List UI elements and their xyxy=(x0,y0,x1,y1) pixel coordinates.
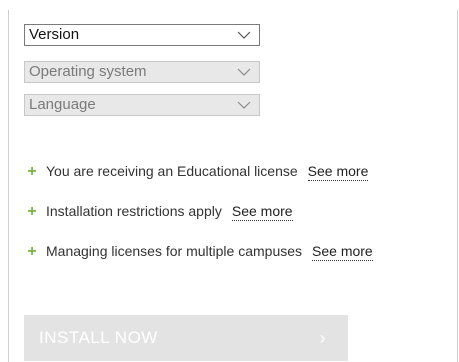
operating-system-select-label: Operating system xyxy=(29,63,147,80)
chevron-down-icon xyxy=(237,31,251,39)
plus-icon[interactable]: + xyxy=(27,202,37,222)
language-select[interactable]: Language xyxy=(24,94,260,116)
plus-icon[interactable]: + xyxy=(27,162,37,182)
info-row-text: You are receiving an Educational license xyxy=(46,163,298,179)
chevron-down-icon xyxy=(237,101,251,109)
info-row-text: Managing licenses for multiple campuses xyxy=(46,243,303,259)
version-select-label: Version xyxy=(29,26,80,43)
version-select[interactable]: Version xyxy=(24,24,260,46)
info-row-multiple-campuses: + Managing licenses for multiple campuses… xyxy=(27,241,373,261)
install-now-button[interactable]: INSTALL NOW › xyxy=(24,315,348,361)
see-more-link[interactable]: See more xyxy=(231,203,293,221)
see-more-link[interactable]: See more xyxy=(307,163,369,181)
plus-icon[interactable]: + xyxy=(27,242,37,262)
chevron-down-icon xyxy=(237,68,251,76)
see-more-link[interactable]: See more xyxy=(312,243,373,261)
operating-system-select[interactable]: Operating system xyxy=(24,61,260,83)
info-row-text: Installation restrictions apply xyxy=(46,203,222,219)
download-panel: Version Operating system Language + You a… xyxy=(8,10,458,362)
install-now-label: INSTALL NOW xyxy=(39,328,158,347)
info-row-installation-restrictions: + Installation restrictions apply See more xyxy=(27,201,293,221)
chevron-right-icon: › xyxy=(319,328,326,348)
language-select-label: Language xyxy=(29,96,96,113)
info-row-educational-license: + You are receiving an Educational licens… xyxy=(27,161,369,182)
